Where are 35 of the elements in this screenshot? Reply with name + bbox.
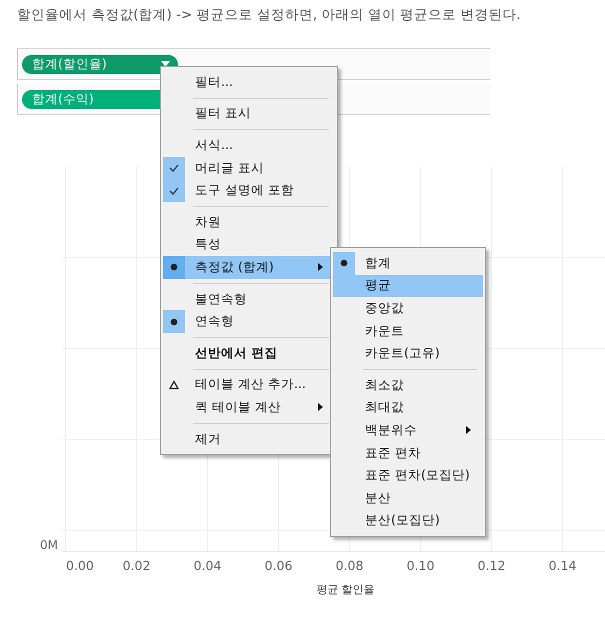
menu-item[interactable]: 차원: [163, 210, 335, 234]
axis-label: 0.04: [194, 558, 222, 573]
menu-item[interactable]: 백분위수: [333, 419, 483, 442]
dot-icon: [169, 316, 179, 327]
field-pill[interactable]: 합계(할인율): [22, 54, 178, 74]
dot-icon: [169, 262, 179, 272]
menu-item[interactable]: 카운트: [333, 320, 483, 342]
menu-item[interactable]: 표준 편차: [333, 442, 483, 464]
menu-item[interactable]: 서식...: [163, 134, 335, 157]
menu-item[interactable]: 분산(모집단): [333, 510, 483, 532]
caption-text: 할인율에서 측정값(합계) -> 평균으로 설정하면, 아래의 열이 평균으로 변경된다.: [16, 6, 522, 25]
checkmark-icon: [169, 163, 179, 174]
menu-item[interactable]: 특성: [163, 234, 335, 256]
menu-item[interactable]: 합계: [333, 252, 483, 275]
menu-item[interactable]: 중앙값: [333, 297, 483, 320]
menu-item[interactable]: 평균: [333, 274, 483, 298]
axis-title: 평균 할인율: [316, 582, 375, 597]
checkmark-icon: [169, 186, 179, 196]
menu-item[interactable]: 최소값: [333, 374, 483, 397]
menu-item[interactable]: 도구 설명에 포함: [163, 179, 335, 202]
menu-item[interactable]: 표준 편차(모집단): [333, 464, 483, 487]
menu-item[interactable]: 최대값: [333, 396, 483, 420]
dot-icon: [339, 258, 349, 268]
axis-label: 0.10: [406, 558, 434, 573]
menu-item[interactable]: 카운트(고유): [333, 342, 483, 365]
menu-item[interactable]: 분산: [333, 486, 483, 510]
axis-label: 0M: [40, 538, 58, 552]
axis-label: 0.12: [478, 558, 506, 573]
menu-item[interactable]: 머리글 표시: [163, 156, 335, 180]
axis-label: 0.06: [264, 558, 292, 573]
axis-label: 0.02: [122, 558, 150, 573]
axis-label: 0.14: [548, 558, 576, 573]
axis-label: 0.08: [336, 558, 364, 573]
triangle-icon: [169, 380, 179, 390]
axis-label: 0.00: [66, 558, 94, 573]
